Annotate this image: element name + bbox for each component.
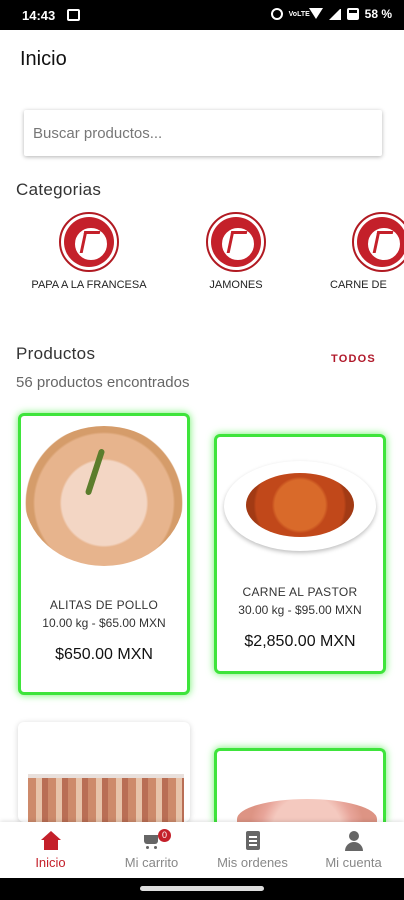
- product-image: [24, 426, 184, 566]
- product-total-price: $650.00 MXN: [55, 646, 153, 663]
- volte-label: VoLTE: [288, 10, 310, 18]
- category-item[interactable]: CARNE DE: [322, 212, 404, 292]
- product-price-range: 30.00 kg - $95.00 MXN: [238, 603, 362, 617]
- nav-label: Mi cuenta: [325, 855, 382, 870]
- category-item[interactable]: PAPA A LA FRANCESA: [29, 212, 149, 292]
- nav-item-cuenta[interactable]: Mi cuenta: [303, 822, 404, 878]
- category-label: PAPA A LA FRANCESA: [31, 279, 147, 291]
- nav-label: Inicio: [35, 855, 66, 870]
- home-icon: [40, 831, 62, 851]
- product-image: [28, 774, 184, 822]
- nav-item-carrito[interactable]: Mi carrito: [101, 822, 202, 878]
- search-input[interactable]: [24, 110, 382, 156]
- page-title: Inicio: [20, 48, 67, 70]
- message-icon: [67, 9, 80, 21]
- category-label: CARNE DE: [330, 279, 387, 291]
- product-name: CARNE AL PASTOR: [242, 585, 358, 599]
- nav-item-inicio[interactable]: Inicio: [0, 822, 101, 878]
- product-name: ALITAS DE POLLO: [49, 598, 159, 612]
- wifi-icon: [308, 8, 323, 20]
- brand-logo-icon: [206, 212, 266, 272]
- nav-label: Mis ordenes: [217, 855, 288, 870]
- nav-item-ordenes[interactable]: Mis ordenes: [202, 822, 303, 878]
- brand-logo-icon: [59, 212, 119, 272]
- products-title: Productos: [16, 344, 96, 363]
- home-gesture-handle[interactable]: [140, 886, 264, 891]
- product-card[interactable]: [18, 722, 190, 822]
- brand-logo-icon: [352, 212, 404, 272]
- orders-icon: [242, 831, 264, 851]
- todos-button[interactable]: TODOS: [331, 353, 376, 365]
- product-price-range: 10.00 kg - $65.00 MXN: [42, 616, 166, 630]
- product-card[interactable]: ALITAS DE POLLO 10.00 kg - $65.00 MXN $6…: [18, 413, 190, 695]
- system-navigation-bar: [0, 878, 404, 900]
- battery-icon: [346, 8, 359, 20]
- battery-percent: 58 %: [364, 7, 392, 21]
- category-label: JAMONES: [209, 279, 263, 291]
- category-item[interactable]: JAMONES: [176, 212, 296, 292]
- product-total-price: $2,850.00 MXN: [244, 633, 356, 650]
- signal-icon: [328, 8, 341, 20]
- status-icons: VoLTE 58 %: [270, 7, 392, 21]
- search-box[interactable]: [24, 110, 382, 156]
- categories-title: Categorias: [16, 180, 102, 199]
- product-image: [237, 799, 377, 822]
- products-count: 56 productos encontrados: [16, 374, 190, 391]
- nav-label: Mi carrito: [124, 855, 179, 870]
- bottom-navigation: Inicio Mi carrito Mis ordenes Mi cuenta …: [0, 822, 404, 878]
- product-card[interactable]: [214, 748, 386, 822]
- product-card[interactable]: CARNE AL PASTOR 30.00 kg - $95.00 MXN $2…: [214, 434, 386, 674]
- cart-badge: 0: [158, 829, 171, 842]
- product-image: [224, 461, 376, 551]
- account-icon: [343, 831, 365, 851]
- status-time: 14:43: [22, 8, 56, 23]
- alarm-icon: [270, 8, 283, 20]
- status-bar: 14:43 VoLTE 58 %: [0, 0, 404, 30]
